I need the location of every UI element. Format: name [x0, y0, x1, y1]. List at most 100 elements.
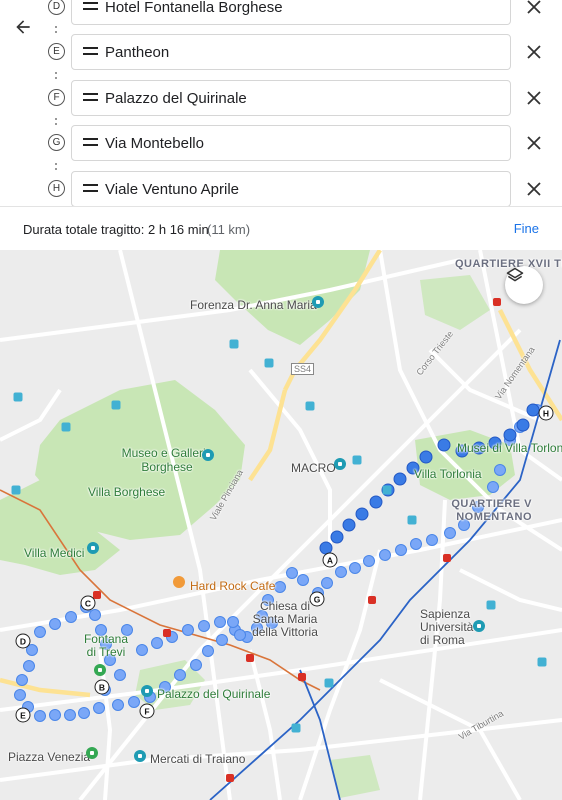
bus-stop-icon[interactable]: [382, 485, 392, 495]
map-label-hard-rock: Hard Rock Cafe: [190, 579, 276, 593]
map-label-fontana: Fontana di Trevi: [83, 632, 129, 659]
stop-field-e[interactable]: Pantheon: [71, 34, 511, 70]
remove-stop-f-button[interactable]: [520, 84, 548, 112]
museum-poi-icon[interactable]: [87, 542, 99, 554]
metro-station-icon[interactable]: [246, 654, 254, 662]
drag-handle-icon[interactable]: [83, 138, 98, 148]
route-marker-d[interactable]: D: [15, 633, 31, 649]
bus-stop-icon[interactable]: [537, 657, 547, 667]
map-label-villa-borghese: Villa Borghese: [88, 485, 166, 499]
metro-station-icon[interactable]: [368, 596, 376, 604]
map-label-sapienza: Sapienza Università di Roma: [420, 607, 474, 647]
done-button[interactable]: Fine: [514, 221, 539, 236]
close-icon: [527, 45, 541, 59]
bus-stop-icon[interactable]: [324, 678, 334, 688]
total-duration: Durata totale tragitto: 2 h 16 min: [23, 222, 209, 237]
bus-stop-icon[interactable]: [229, 339, 239, 349]
route-marker-b[interactable]: B: [94, 679, 110, 695]
bus-stop-icon[interactable]: [305, 401, 315, 411]
stop-row-d: D Hotel Fontanella Borghese: [0, 0, 562, 25]
stop-name-e: Pantheon: [105, 44, 170, 61]
stop-row-f: F Palazzo del Quirinale: [0, 80, 562, 116]
close-icon: [527, 0, 541, 14]
drag-handle-icon[interactable]: [83, 93, 98, 103]
stop-field-h[interactable]: Viale Ventuno Aprile: [71, 171, 511, 207]
remove-stop-g-button[interactable]: [520, 129, 548, 157]
layers-button[interactable]: [505, 266, 543, 304]
stop-letter-d: D: [48, 0, 65, 15]
park-ne: [420, 275, 490, 330]
route-marker-c[interactable]: C: [80, 595, 96, 611]
major-road-south: [0, 677, 91, 698]
bus-stop-icon[interactable]: [13, 392, 23, 402]
bus-stop-icon[interactable]: [407, 515, 417, 525]
drag-handle-icon[interactable]: [83, 47, 98, 57]
health-poi-icon[interactable]: [312, 296, 324, 308]
stop-field-g[interactable]: Via Montebello: [71, 125, 511, 161]
metro-station-icon[interactable]: [298, 673, 306, 681]
stop-row-h: H Viale Ventuno Aprile: [0, 171, 562, 207]
museum-poi-icon[interactable]: [334, 458, 346, 470]
map-label-piazza-venezia: Piazza Venezia: [8, 750, 91, 764]
map-label-palazzo: Palazzo del Quirinale: [157, 687, 271, 701]
stop-name-f: Palazzo del Quirinale: [105, 90, 247, 107]
major-road: [248, 389, 288, 482]
museum-poi-icon[interactable]: [141, 685, 153, 697]
university-poi-icon[interactable]: [473, 620, 485, 632]
route-marker-h[interactable]: H: [538, 405, 554, 421]
bus-stop-icon[interactable]: [11, 485, 21, 495]
map-label-macro: MACRO: [291, 461, 336, 475]
metro-station-icon[interactable]: [226, 774, 234, 782]
bus-stop-icon[interactable]: [352, 455, 362, 465]
route-marker-f[interactable]: F: [139, 703, 155, 719]
stop-letter-e: E: [48, 43, 65, 60]
map-label-villa-medici: Villa Medici: [24, 546, 85, 560]
restaurant-poi-icon[interactable]: [173, 576, 185, 588]
stop-name-d: Hotel Fontanella Borghese: [105, 0, 283, 16]
stops-panel: D Hotel Fontanella Borghese E Pantheon F…: [0, 0, 562, 250]
road-shield-ss4: SS4: [291, 363, 315, 375]
map-label-mercati: Mercati di Traiano: [150, 752, 246, 766]
remove-stop-d-button[interactable]: [520, 0, 548, 21]
museum-poi-icon[interactable]: [202, 449, 214, 461]
route-marker-e[interactable]: E: [15, 707, 31, 723]
close-icon: [527, 136, 541, 150]
drag-handle-icon[interactable]: [83, 184, 98, 194]
stop-field-d[interactable]: Hotel Fontanella Borghese: [71, 0, 511, 25]
route-marker-g[interactable]: G: [309, 591, 325, 607]
remove-stop-e-button[interactable]: [520, 38, 548, 66]
map-label-forenza: Forenza Dr. Anna Maria: [190, 298, 317, 312]
close-icon: [527, 182, 541, 196]
remove-stop-h-button[interactable]: [520, 175, 548, 203]
total-distance: (11 km): [207, 222, 251, 237]
stop-row-e: E Pantheon: [0, 34, 562, 70]
route-marker-a[interactable]: A: [322, 552, 338, 568]
map-view[interactable]: QUARTIERE XVII TRIES Forenza Dr. Anna Ma…: [0, 250, 562, 800]
map-label-quartiere-v: QUARTIERE V NOMENTANO: [451, 498, 532, 523]
stop-name-g: Via Montebello: [105, 135, 204, 152]
stop-row-g: G Via Montebello: [0, 125, 562, 161]
stop-field-f[interactable]: Palazzo del Quirinale: [71, 80, 511, 116]
landmark-poi-icon[interactable]: [94, 664, 106, 676]
metro-station-icon[interactable]: [163, 629, 171, 637]
museum-poi-icon[interactable]: [134, 750, 146, 762]
stop-letter-f: F: [48, 89, 65, 106]
layers-icon: [506, 267, 524, 282]
landmark-poi-icon[interactable]: [86, 747, 98, 759]
map-canvas: [0, 250, 562, 800]
bus-stop-icon[interactable]: [291, 723, 301, 733]
map-label-musei-villa-torlonia: Musei di Villa Torlonia: [457, 441, 562, 455]
metro-station-icon[interactable]: [493, 298, 501, 306]
stop-letter-g: G: [48, 134, 65, 151]
bus-stop-icon[interactable]: [111, 400, 121, 410]
directions-screen: D Hotel Fontanella Borghese E Pantheon F…: [0, 0, 562, 800]
bus-stop-icon[interactable]: [264, 358, 274, 368]
close-icon: [527, 91, 541, 105]
bus-stop-icon[interactable]: [61, 422, 71, 432]
drag-handle-icon[interactable]: [83, 2, 98, 12]
metro-station-icon[interactable]: [443, 554, 451, 562]
map-label-villa-torlonia: Villa Torlonia: [414, 467, 482, 481]
route-summary: Durata totale tragitto: 2 h 16 min (11 k…: [0, 206, 562, 250]
bus-stop-icon[interactable]: [486, 600, 496, 610]
stop-letter-h: H: [48, 180, 65, 197]
